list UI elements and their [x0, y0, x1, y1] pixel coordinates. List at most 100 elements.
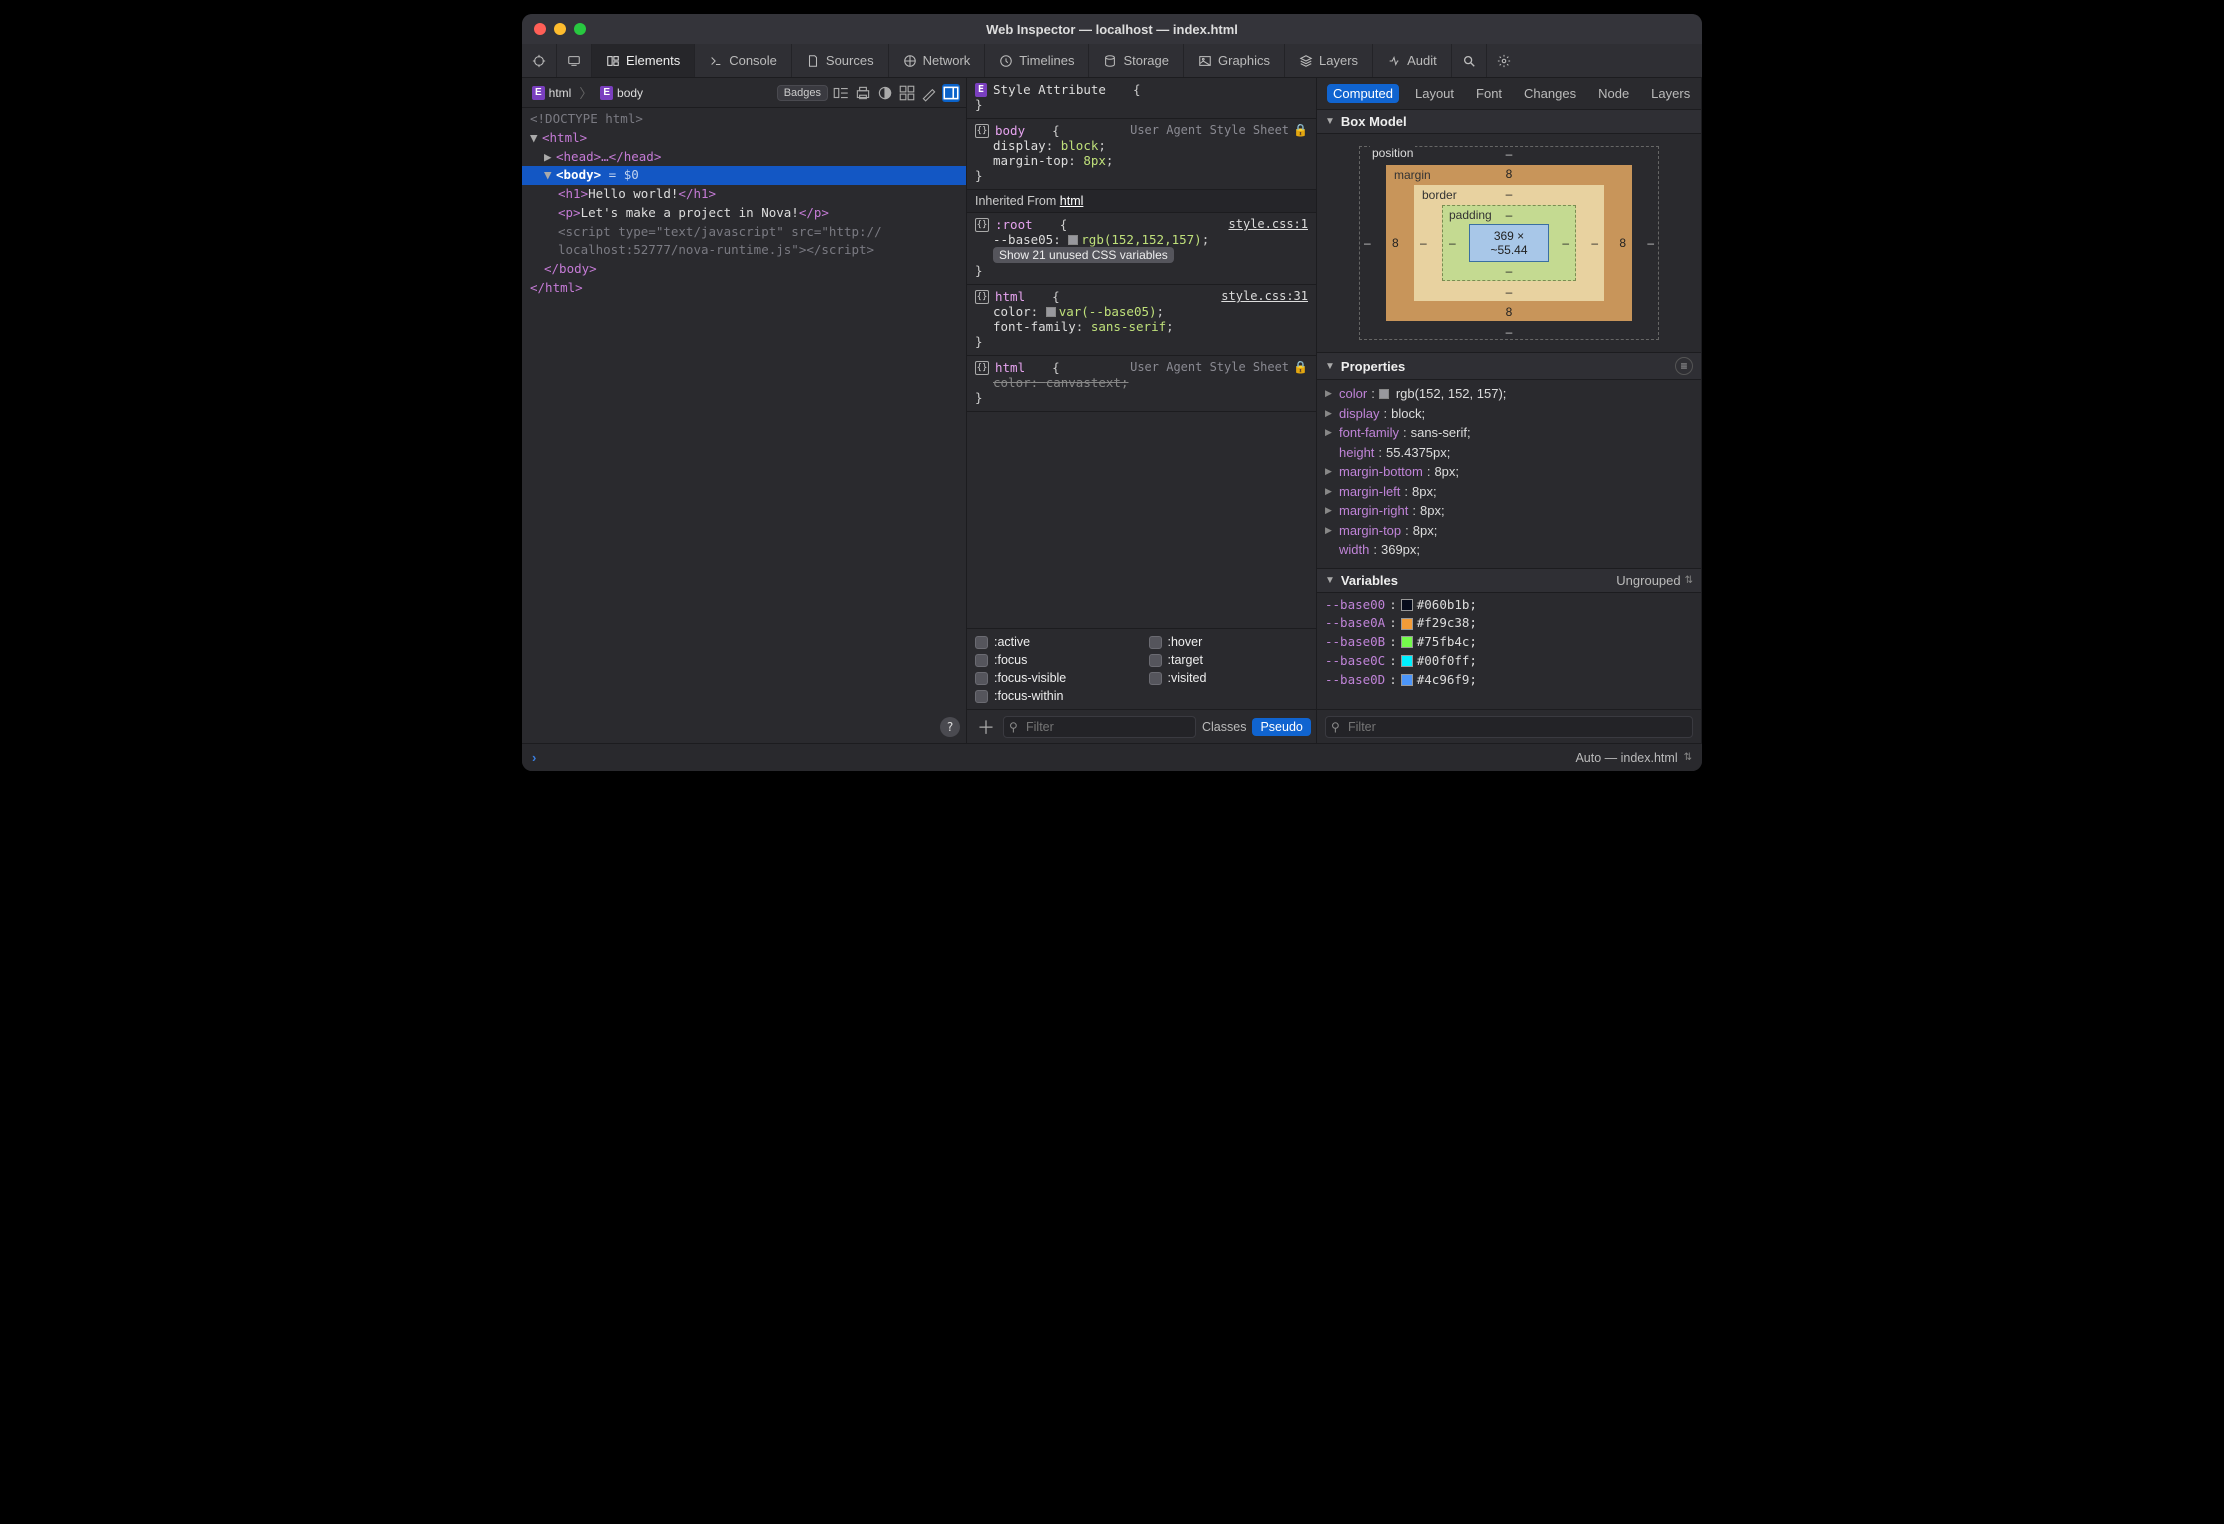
disclosure-triangle-icon[interactable]: ▶	[1325, 387, 1335, 401]
tab-elements[interactable]: Elements	[592, 44, 695, 77]
pseudo-hover[interactable]: :hover	[1149, 635, 1309, 649]
property-row[interactable]: ▶font-family: sans-serif;	[1325, 423, 1693, 443]
paint-flashing-icon[interactable]	[920, 84, 938, 102]
color-swatch-icon[interactable]	[1401, 655, 1413, 667]
property-row[interactable]: height: 55.4375px;	[1325, 443, 1693, 463]
style-attribute-rule[interactable]: EStyle Attribute { }	[967, 78, 1316, 119]
tab-timelines[interactable]: Timelines	[985, 44, 1089, 77]
classes-toggle[interactable]: Classes	[1202, 720, 1246, 734]
inspect-element-button[interactable]	[522, 44, 557, 77]
execution-context-selector[interactable]: Auto — index.html ⇅	[1575, 751, 1692, 765]
force-state-icon[interactable]	[832, 84, 850, 102]
pseudo-focus-within[interactable]: :focus-within	[975, 689, 1135, 703]
disclosure-triangle-icon[interactable]: ▶	[1325, 485, 1335, 499]
disclosure-triangle-icon[interactable]: ▶	[1325, 426, 1335, 440]
print-styles-icon[interactable]	[854, 84, 872, 102]
rule-origin-link[interactable]: style.css:31	[1221, 289, 1308, 303]
h1-node[interactable]: <h1>Hello world!</h1>	[522, 185, 966, 204]
tab-font[interactable]: Font	[1470, 84, 1508, 103]
color-swatch-icon[interactable]	[1401, 618, 1413, 630]
color-scheme-icon[interactable]	[876, 84, 894, 102]
tab-console[interactable]: Console	[695, 44, 792, 77]
margin-right-value[interactable]: 8	[1619, 236, 1626, 250]
variable-row[interactable]: --base0A: #f29c38;	[1325, 614, 1693, 633]
add-rule-button[interactable]: ＋	[975, 714, 997, 740]
pseudo-active[interactable]: :active	[975, 635, 1135, 649]
tab-layers-details[interactable]: Layers	[1645, 84, 1696, 103]
tab-layout[interactable]: Layout	[1409, 84, 1460, 103]
property-row[interactable]: width: 369px;	[1325, 540, 1693, 560]
settings-button[interactable]	[1487, 44, 1521, 77]
color-swatch-icon[interactable]	[1379, 389, 1389, 399]
property-row[interactable]: ▶color: rgb(152, 152, 157);	[1325, 384, 1693, 404]
minimize-icon[interactable]	[554, 23, 566, 35]
html-close-tag[interactable]: </html>	[522, 279, 966, 298]
styles-filter-input[interactable]	[1003, 716, 1196, 738]
margin-left-value[interactable]: 8	[1392, 236, 1399, 250]
inherited-link[interactable]: html	[1060, 194, 1084, 208]
content-dimensions[interactable]: 369 × ~55.44	[1469, 224, 1549, 262]
tab-graphics[interactable]: Graphics	[1184, 44, 1285, 77]
close-icon[interactable]	[534, 23, 546, 35]
search-button[interactable]	[1452, 44, 1487, 77]
html-rule[interactable]: style.css:31 {}html { color: var(--base0…	[967, 285, 1316, 356]
property-row[interactable]: ▶margin-left: 8px;	[1325, 482, 1693, 502]
breadcrumb-body[interactable]: Ebody	[596, 84, 647, 102]
property-row[interactable]: ▶margin-bottom: 8px;	[1325, 462, 1693, 482]
color-swatch-icon[interactable]	[1401, 674, 1413, 686]
property-row[interactable]: ▶margin-right: 8px;	[1325, 501, 1693, 521]
property-row[interactable]: ▶margin-top: 8px;	[1325, 521, 1693, 541]
details-sidebar-toggle-icon[interactable]	[942, 84, 960, 102]
margin-top-value[interactable]: 8	[1506, 167, 1513, 181]
badges-button[interactable]: Badges	[777, 85, 828, 101]
html-open-tag[interactable]: <html>	[542, 129, 587, 148]
pseudo-focus[interactable]: :focus	[975, 653, 1135, 667]
disclosure-triangle-icon[interactable]: ▶	[544, 148, 554, 167]
tab-layers[interactable]: Layers	[1285, 44, 1373, 77]
disclosure-triangle-icon[interactable]: ▶	[1325, 465, 1335, 479]
disclosure-triangle-icon[interactable]: ▼	[1325, 361, 1335, 372]
device-button[interactable]	[557, 44, 592, 77]
computed-filter-input[interactable]	[1325, 716, 1693, 738]
html-ua-rule[interactable]: User Agent Style Sheet 🔒 {}html { color:…	[967, 356, 1316, 412]
dom-tree[interactable]: <!DOCTYPE html> ▼<html> ▶<head>…</head> …	[522, 108, 966, 743]
p-node[interactable]: <p>Let's make a project in Nova!</p>	[522, 204, 966, 223]
variable-row[interactable]: --base0B: #75fb4c;	[1325, 633, 1693, 652]
script-node-line2[interactable]: localhost:52777/nova-runtime.js"></scrip…	[522, 241, 966, 260]
quick-console[interactable]: › Auto — index.html ⇅	[522, 743, 1702, 771]
disclosure-triangle-icon[interactable]: ▼	[544, 166, 554, 185]
breadcrumb-html[interactable]: Ehtml	[528, 84, 575, 102]
body-rule[interactable]: User Agent Style Sheet 🔒 {}body { displa…	[967, 119, 1316, 190]
tab-storage[interactable]: Storage	[1089, 44, 1184, 77]
properties-options-button[interactable]: ≡	[1675, 357, 1693, 375]
pseudo-toggle[interactable]: Pseudo	[1252, 718, 1310, 736]
root-rule[interactable]: style.css:1 {}:root { --base05: rgb(152,…	[967, 213, 1316, 285]
box-model-diagram[interactable]: position – – – – margin 8 8 8 8	[1317, 134, 1701, 352]
head-node[interactable]: <head>…</head>	[556, 148, 661, 167]
color-swatch-icon[interactable]	[1401, 599, 1413, 611]
disclosure-triangle-icon[interactable]: ▼	[1325, 575, 1335, 586]
zoom-icon[interactable]	[574, 23, 586, 35]
tab-node[interactable]: Node	[1592, 84, 1635, 103]
tab-audit[interactable]: Audit	[1373, 44, 1452, 77]
doctype-node[interactable]: <!DOCTYPE html>	[530, 110, 643, 129]
tab-network[interactable]: Network	[889, 44, 986, 77]
script-node[interactable]: <script type="text/javascript" src="http…	[522, 223, 966, 242]
property-row[interactable]: ▶display: block;	[1325, 404, 1693, 424]
variables-grouping-select[interactable]: Ungrouped ⇅	[1616, 573, 1693, 588]
disclosure-triangle-icon[interactable]: ▶	[1325, 504, 1335, 518]
body-close-tag[interactable]: </body>	[522, 260, 966, 279]
compositing-icon[interactable]	[898, 84, 916, 102]
color-swatch-icon[interactable]	[1068, 235, 1078, 245]
color-swatch-icon[interactable]	[1401, 636, 1413, 648]
tab-changes[interactable]: Changes	[1518, 84, 1582, 103]
tab-sources[interactable]: Sources	[792, 44, 889, 77]
variable-row[interactable]: --base0C: #00f0ff;	[1325, 652, 1693, 671]
disclosure-triangle-icon[interactable]: ▼	[530, 129, 540, 148]
show-unused-button[interactable]: Show 21 unused CSS variables	[993, 247, 1174, 263]
variable-row[interactable]: --base0D: #4c96f9;	[1325, 671, 1693, 690]
disclosure-triangle-icon[interactable]: ▶	[1325, 407, 1335, 421]
pseudo-target[interactable]: :target	[1149, 653, 1309, 667]
pseudo-visited[interactable]: :visited	[1149, 671, 1309, 685]
color-swatch-icon[interactable]	[1046, 307, 1056, 317]
